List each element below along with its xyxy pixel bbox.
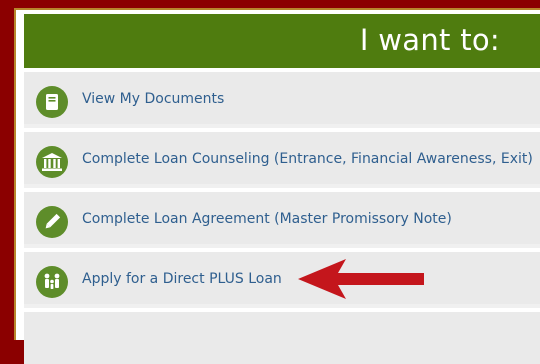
menu-item-label[interactable]: Apply for a Direct PLUS Loan	[82, 271, 282, 287]
red-arrow-icon	[298, 259, 424, 299]
pencil-icon	[36, 206, 68, 238]
menu-item-direct-plus-loan[interactable]: Apply for a Direct PLUS Loan	[24, 248, 540, 304]
menu-item-view-documents[interactable]: View My Documents	[24, 68, 540, 124]
bank-icon	[36, 146, 68, 178]
menu-item-label[interactable]: Complete Loan Counseling (Entrance, Fina…	[82, 151, 533, 167]
document-icon	[36, 86, 68, 118]
menu-item-label[interactable]: Complete Loan Agreement (Master Promisso…	[82, 211, 452, 227]
panel-header: I want to:	[24, 14, 540, 68]
i-want-to-panel: I want to: View My Documents Complete Lo…	[24, 14, 540, 364]
menu-item-label[interactable]: View My Documents	[82, 91, 224, 107]
menu-item-loan-agreement[interactable]: Complete Loan Agreement (Master Promisso…	[24, 188, 540, 244]
menu-item-loan-counseling[interactable]: Complete Loan Counseling (Entrance, Fina…	[24, 128, 540, 184]
family-icon	[36, 266, 68, 298]
panel-title: I want to:	[359, 23, 500, 57]
menu-item-next[interactable]	[24, 308, 540, 364]
